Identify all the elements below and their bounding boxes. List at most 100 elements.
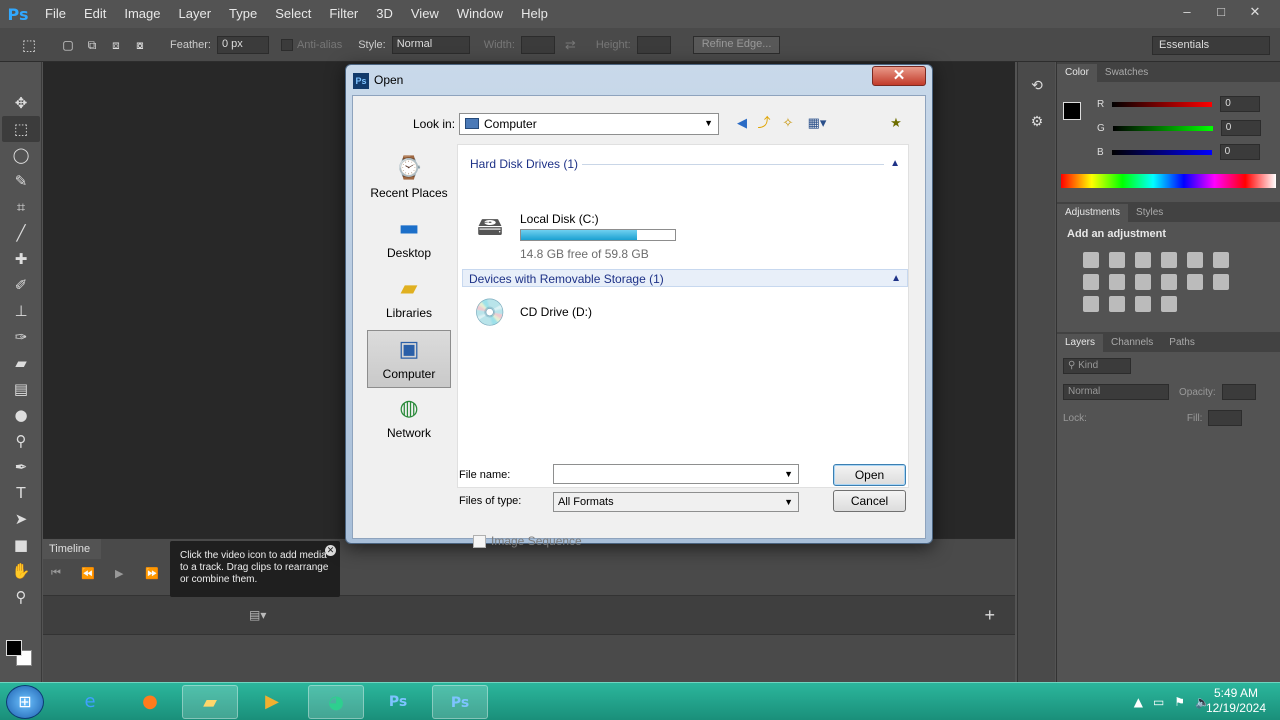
blur-tool-icon[interactable]: ● <box>2 402 40 428</box>
photo-filter-icon[interactable] <box>1135 274 1151 290</box>
brush-tool-icon[interactable]: ✐ <box>2 272 40 298</box>
feather-input[interactable]: 0 px <box>216 35 269 54</box>
opacity-input[interactable] <box>1221 384 1256 400</box>
video-track-icon[interactable]: ▤▾ <box>249 608 266 622</box>
blend-mode-select[interactable]: Normal <box>1063 384 1169 400</box>
hand-tool-icon[interactable]: ✋ <box>2 558 40 584</box>
zoom-tool-icon[interactable]: ⚲ <box>2 584 40 610</box>
posterize-icon[interactable] <box>1083 296 1099 312</box>
next-frame-icon[interactable]: ⏩ <box>145 567 159 580</box>
tab-color[interactable]: Color <box>1057 64 1097 82</box>
height-input[interactable] <box>636 35 671 54</box>
clock[interactable]: 5:49 AM 12/19/2024 <box>1206 686 1266 716</box>
dialog-close-button[interactable]: ✕ <box>872 66 926 86</box>
marquee-tool-icon[interactable]: ⬚ <box>2 116 40 142</box>
dodge-tool-icon[interactable]: ⚲ <box>2 428 40 454</box>
eraser-tool-icon[interactable]: ▰ <box>2 350 40 376</box>
move-tool-icon[interactable]: ✥ <box>2 90 40 116</box>
show-hidden-icons-icon[interactable]: ▲ <box>1134 695 1143 709</box>
place-libraries[interactable]: ▰ Libraries <box>367 270 451 328</box>
properties-panel-icon[interactable]: ⚙ <box>1022 108 1052 134</box>
width-input[interactable] <box>520 35 555 54</box>
group-removable-storage[interactable]: Devices with Removable Storage (1) ▲ <box>462 269 908 287</box>
subtract-selection-icon[interactable]: ⧈ <box>106 32 126 58</box>
file-name-input[interactable]: ▼ <box>553 464 799 484</box>
quick-selection-tool-icon[interactable]: ✎ <box>2 168 40 194</box>
pen-tool-icon[interactable]: ✒ <box>2 454 40 480</box>
menu-view[interactable]: View <box>402 0 448 28</box>
curves-icon[interactable] <box>1135 252 1151 268</box>
view-menu-icon[interactable]: ▦▾ <box>803 114 831 132</box>
swap-icon[interactable]: ⇄ <box>565 37 576 53</box>
antialias-checkbox[interactable] <box>280 38 293 51</box>
go-to-first-frame-icon[interactable]: ⏮ <box>51 567 61 580</box>
hue-saturation-icon[interactable] <box>1213 252 1229 268</box>
image-sequence-checkbox[interactable] <box>473 534 486 548</box>
add-selection-icon[interactable]: ⧉ <box>82 32 102 58</box>
threshold-icon[interactable] <box>1109 296 1125 312</box>
eyedropper-tool-icon[interactable]: ╱ <box>2 220 40 246</box>
rectangle-tool-icon[interactable]: ■ <box>2 532 40 558</box>
tab-adjustments[interactable]: Adjustments <box>1057 204 1129 222</box>
new-selection-icon[interactable]: ▢ <box>58 32 78 58</box>
vibrance-icon[interactable] <box>1187 252 1203 268</box>
photoshop-active-taskbar-icon[interactable]: Ps <box>432 685 488 719</box>
timeline-track[interactable]: ▤▾ <box>43 595 1015 635</box>
tooltip-close-icon[interactable]: ✕ <box>325 545 336 556</box>
workspace-select[interactable]: Essentials <box>1152 36 1270 55</box>
clone-stamp-tool-icon[interactable]: ⊥ <box>2 298 40 324</box>
intersect-selection-icon[interactable]: ⧇ <box>130 32 150 58</box>
internet-explorer-icon[interactable]: e <box>62 685 118 719</box>
back-icon[interactable]: ◀ <box>733 114 751 132</box>
menu-help[interactable]: Help <box>512 0 557 28</box>
brightness-icon[interactable] <box>1083 252 1099 268</box>
media-player-icon[interactable]: ▶ <box>244 685 300 719</box>
gradient-tool-icon[interactable]: ▤ <box>2 376 40 402</box>
cancel-button[interactable]: Cancel <box>833 490 906 512</box>
hard-drive-icon[interactable]: 🖴 <box>466 207 514 247</box>
menu-select[interactable]: Select <box>266 0 320 28</box>
style-select[interactable]: Normal <box>391 35 470 54</box>
folder-star-icon[interactable]: ★ <box>887 114 905 132</box>
healing-brush-tool-icon[interactable]: ✚ <box>2 246 40 272</box>
add-track-icon[interactable]: + <box>984 605 995 626</box>
place-recent-places[interactable]: ⌚ Recent Places <box>367 150 451 208</box>
place-desktop[interactable]: ▬ Desktop <box>367 210 451 268</box>
menu-file[interactable]: File <box>36 0 75 28</box>
tab-paths[interactable]: Paths <box>1161 334 1203 352</box>
tab-styles[interactable]: Styles <box>1128 204 1171 222</box>
exposure-icon[interactable] <box>1161 252 1177 268</box>
invert-icon[interactable] <box>1213 274 1229 290</box>
slider-g[interactable]: G 0 <box>1057 116 1280 140</box>
crop-tool-icon[interactable]: ⌗ <box>2 194 40 220</box>
action-center-flag-icon[interactable]: ⚑ <box>1174 695 1185 709</box>
cd-drive-name[interactable]: CD Drive (D:) <box>520 305 592 319</box>
menu-window[interactable]: Window <box>448 0 512 28</box>
selective-color-icon[interactable] <box>1161 296 1177 312</box>
group-hard-disk-drives[interactable]: Hard Disk Drives (1) ▲ <box>464 155 906 173</box>
chevron-up-icon[interactable]: ▲ <box>891 270 901 288</box>
close-button[interactable]: ✕ <box>1238 0 1272 24</box>
slider-b[interactable]: B 0 <box>1057 140 1280 164</box>
place-computer[interactable]: ▣ Computer <box>367 330 451 388</box>
history-brush-tool-icon[interactable]: ✑ <box>2 324 40 350</box>
file-explorer-icon[interactable]: ▰ <box>182 685 238 719</box>
local-disk-name[interactable]: Local Disk (C:) <box>520 212 599 226</box>
open-button[interactable]: Open <box>833 464 906 486</box>
chevron-up-icon[interactable]: ▲ <box>890 155 900 173</box>
firefox-icon[interactable]: ● <box>122 685 178 719</box>
gradient-map-icon[interactable] <box>1135 296 1151 312</box>
black-white-icon[interactable] <box>1109 274 1125 290</box>
lasso-tool-icon[interactable]: ◯ <box>2 142 40 168</box>
layer-kind-filter[interactable]: ⚲ Kind <box>1063 358 1131 374</box>
menu-type[interactable]: Type <box>220 0 266 28</box>
menu-3d[interactable]: 3D <box>367 0 402 28</box>
menu-filter[interactable]: Filter <box>320 0 367 28</box>
tab-channels[interactable]: Channels <box>1103 334 1161 352</box>
minimize-button[interactable]: – <box>1170 0 1204 24</box>
up-folder-icon[interactable]: ⤴ <box>755 114 773 132</box>
menu-image[interactable]: Image <box>115 0 169 28</box>
timeline-tab[interactable]: Timeline <box>43 539 101 559</box>
new-folder-icon[interactable]: ✧ <box>779 114 797 132</box>
slider-b-bar[interactable] <box>1111 149 1212 155</box>
